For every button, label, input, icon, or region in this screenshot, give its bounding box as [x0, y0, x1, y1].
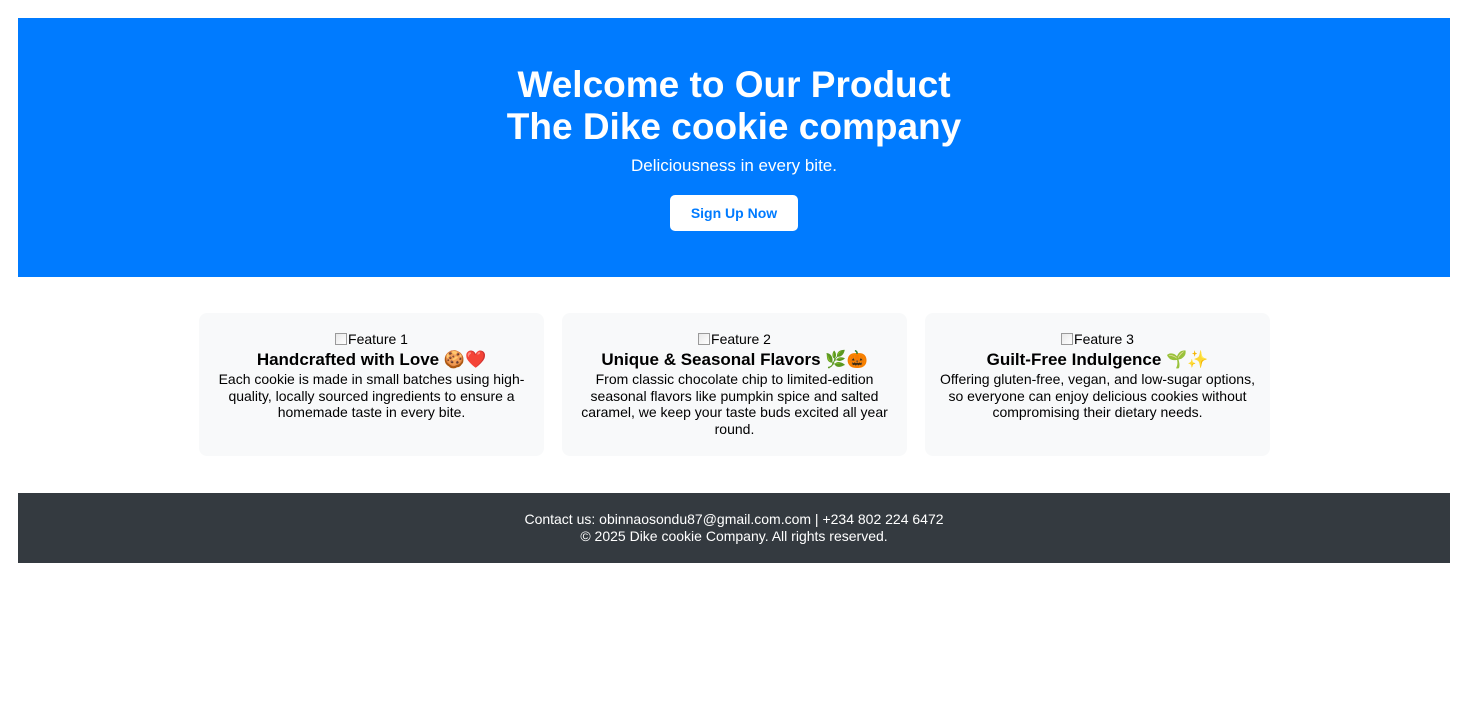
feature-2-description: From classic chocolate chip to limited-e…: [581, 371, 888, 437]
hero-title: Welcome to Our Product The Dike cookie c…: [18, 64, 1450, 148]
feature-1-image-alt: Feature 1: [348, 331, 408, 347]
footer-contact: Contact us: obinnaosondu87@gmail.com.com…: [524, 511, 944, 527]
feature-1-image: Feature 1: [213, 331, 530, 348]
feature-3-image: Feature 3: [939, 331, 1256, 348]
feature-2-title: Unique & Seasonal Flavors 🌿🎃: [601, 350, 868, 369]
feature-2-image-alt: Feature 2: [711, 331, 771, 347]
hero-section: Welcome to Our Product The Dike cookie c…: [18, 18, 1450, 277]
feature-1-title: Handcrafted with Love 🍪❤️: [256, 350, 487, 369]
feature-card-1: Feature 1 Handcrafted with Love 🍪❤️ Each…: [199, 313, 544, 456]
feature-3-description: Offering gluten-free, vegan, and low-sug…: [940, 371, 1255, 420]
sign-up-button[interactable]: Sign Up Now: [670, 195, 798, 231]
broken-image-icon: [335, 333, 348, 345]
feature-3-title: Guilt-Free Indulgence 🌱✨: [986, 350, 1209, 369]
page-footer: Contact us: obinnaosondu87@gmail.com.com…: [18, 493, 1450, 563]
broken-image-icon: [1061, 333, 1074, 345]
hero-tagline: Deliciousness in every bite.: [631, 156, 837, 175]
feature-1-description: Each cookie is made in small batches usi…: [218, 371, 525, 420]
hero-title-line-1: Welcome to Our Product: [517, 64, 951, 105]
feature-3-image-alt: Feature 3: [1074, 331, 1134, 347]
hero-title-line-2: The Dike cookie company: [506, 106, 962, 147]
broken-image-icon: [698, 333, 711, 345]
feature-card-3: Feature 3 Guilt-Free Indulgence 🌱✨ Offer…: [925, 313, 1270, 456]
landing-page: Welcome to Our Product The Dike cookie c…: [0, 0, 1468, 721]
feature-2-image: Feature 2: [576, 331, 893, 348]
footer-copyright: © 2025 Dike cookie Company. All rights r…: [580, 528, 888, 544]
features-section: Feature 1 Handcrafted with Love 🍪❤️ Each…: [199, 313, 1270, 456]
feature-card-2: Feature 2 Unique & Seasonal Flavors 🌿🎃 F…: [562, 313, 907, 456]
